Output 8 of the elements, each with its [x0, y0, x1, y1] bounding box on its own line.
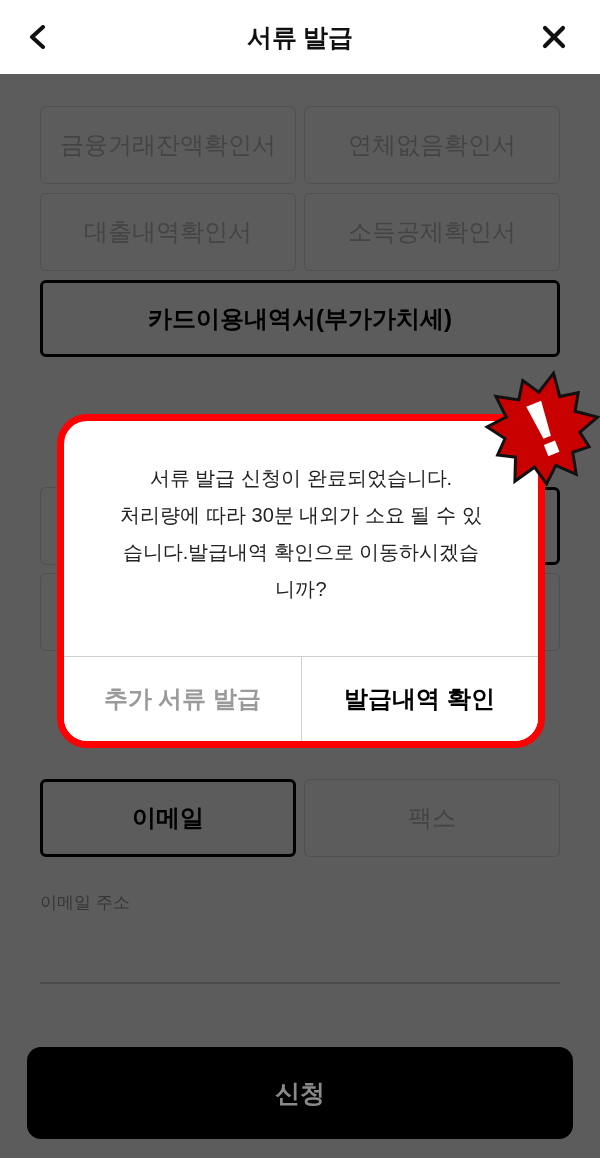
- dialog-message: 서류 발급 신청이 완료되었습니다. 처리량에 따라 30분 내외가 소요 될 수 있습니다.발급내역 확인으로 이동하시겠습니까?: [119, 466, 483, 602]
- document-option-button[interactable]: 카드이용내역서(부가가치세): [40, 280, 560, 357]
- delivery-method-button[interactable]: 이메일: [40, 779, 296, 857]
- submit-button[interactable]: 신청: [27, 1047, 573, 1139]
- close-icon[interactable]: [542, 25, 566, 49]
- page-title: 서류 발급: [246, 22, 354, 51]
- back-icon[interactable]: [28, 25, 48, 49]
- dialog-button[interactable]: 발급내역 확인: [300, 657, 538, 741]
